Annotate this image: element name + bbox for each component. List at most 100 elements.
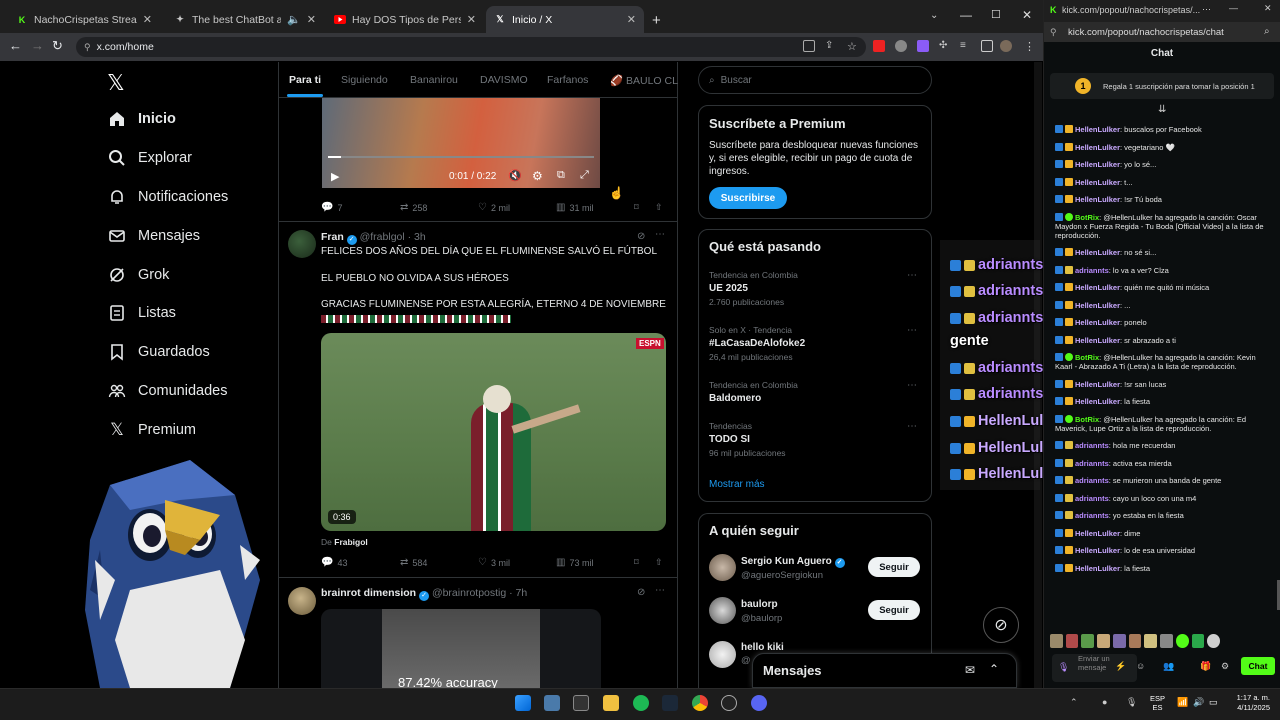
tab-youtube[interactable]: Hay DOS Tipos de Personas - ¿Cu ✕ <box>326 6 484 33</box>
tab-davismo[interactable]: DAVISMO <box>480 74 528 86</box>
chat-message[interactable]: adriannts: se murieron una banda de gent… <box>1055 476 1275 485</box>
chat-message[interactable]: HellenLulker: la fiesta <box>1055 563 1275 573</box>
send-chat-button[interactable]: Chat <box>1241 657 1275 675</box>
pip-icon[interactable]: ⧉ <box>557 169 565 182</box>
more-icon[interactable]: ⋯ <box>907 421 917 432</box>
chat-message[interactable]: adriannts: lo va a ver? Clza <box>1055 265 1275 275</box>
reply-count[interactable]: 💬 43 <box>321 557 347 568</box>
avatar[interactable] <box>288 587 316 615</box>
site-info-icon[interactable]: ⚲ <box>84 42 91 53</box>
grok-floating-button[interactable]: ⊘ <box>983 607 1019 643</box>
tab-following[interactable]: Siguiendo <box>341 74 388 86</box>
close-icon[interactable]: ✕ <box>467 13 476 26</box>
extension-red-icon[interactable] <box>873 40 885 52</box>
emote[interactable] <box>1097 634 1110 648</box>
author-handle[interactable]: @brainrotpostig <box>432 587 506 599</box>
grok-icon[interactable]: ⊘ <box>637 231 645 242</box>
grok-icon[interactable]: ⊘ <box>637 587 645 598</box>
chat-message[interactable]: HellenLulker: buscalos por Facebook <box>1055 125 1275 134</box>
nav-notifications[interactable]: Notificaciones <box>108 188 228 206</box>
chat-message[interactable]: HellenLulker: !sr Tú boda <box>1055 195 1275 204</box>
gallery-icon[interactable] <box>544 695 560 711</box>
chat-message[interactable]: BotRix: @HellenLulker ha agregado la can… <box>1055 353 1275 371</box>
nav-messages[interactable]: Mensajes <box>108 227 200 245</box>
install-icon[interactable] <box>803 40 815 52</box>
avatar[interactable] <box>709 597 736 624</box>
new-tab-button[interactable]: + <box>652 12 661 29</box>
reload-icon[interactable]: ↻ <box>52 38 63 54</box>
more-icon[interactable]: ⋯ <box>655 585 665 596</box>
view-count[interactable]: ▥ 31 mil <box>556 202 593 213</box>
command-icon[interactable]: ⚡ <box>1115 661 1126 672</box>
volume-icon[interactable]: 🔊 <box>1193 697 1204 708</box>
search-icon[interactable]: ⌕ <box>1264 26 1270 37</box>
extensions-icon[interactable]: ✣ <box>939 40 951 52</box>
tab-search-icon[interactable]: ⌄ <box>930 10 938 21</box>
chat-message[interactable]: adriannts: activa esa mierda <box>1055 458 1275 468</box>
source-link[interactable]: Frabigol <box>334 537 368 547</box>
clock[interactable]: 1:17 a. m. 4/11/2025 <box>1228 693 1270 713</box>
subscribe-button[interactable]: Suscribirse <box>709 187 787 209</box>
like-count[interactable]: ♡ 2 mil <box>478 202 510 213</box>
pinned-gift-banner[interactable]: 1 Regala 1 suscripción para tomar la pos… <box>1050 73 1274 99</box>
chat-username[interactable]: adriannts <box>1075 511 1109 520</box>
expand-icon[interactable]: ⌃ <box>989 662 999 676</box>
tab-for-you[interactable]: Para ti <box>289 74 321 86</box>
trend-item[interactable]: Tendencia en Colombia Baldomero <box>709 380 798 404</box>
tab-bananirou[interactable]: Bananirou <box>410 74 458 86</box>
menu-icon[interactable]: ⋮ <box>1024 40 1036 53</box>
messages-drawer[interactable]: Mensajes ✉ ⌃ <box>752 653 1017 688</box>
close-window-button[interactable]: ✕ <box>1264 3 1272 14</box>
chat-username[interactable]: HellenLulker <box>1075 248 1120 257</box>
repost-count[interactable]: ⇄ 584 <box>400 557 427 568</box>
more-icon[interactable]: ⋯ <box>907 380 917 391</box>
extension-purple-icon[interactable] <box>917 40 929 52</box>
trend-item[interactable]: Tendencias TODO SI 96 mil publicaciones <box>709 421 786 458</box>
post-age[interactable]: · 7h <box>509 587 527 599</box>
avatar[interactable] <box>288 230 316 258</box>
new-message-icon[interactable]: ✉ <box>965 663 975 677</box>
close-window-button[interactable]: ✕ <box>1022 8 1032 22</box>
chat-message[interactable]: HellenLulker: ... <box>1055 300 1275 310</box>
steam-icon[interactable] <box>662 695 678 711</box>
chat-message[interactable]: BotRix: @HellenLulker ha agregado la can… <box>1055 414 1275 433</box>
emote[interactable] <box>1207 634 1221 648</box>
tab-kick[interactable]: K NachoCrispetas Stream - Watch L ✕ <box>8 6 160 33</box>
emote[interactable] <box>1128 634 1142 648</box>
post-video[interactable] <box>321 333 666 531</box>
more-icon[interactable]: ⋯ <box>907 325 917 336</box>
nav-bookmarks[interactable]: Guardados <box>108 343 210 361</box>
microphone-icon[interactable]: 🎙 <box>1058 662 1069 673</box>
start-icon[interactable] <box>515 695 531 711</box>
spotify-icon[interactable] <box>633 695 649 711</box>
post-video[interactable]: 87.42% accuracy <box>321 609 601 688</box>
author-name[interactable]: Fran <box>321 231 344 243</box>
discord-icon[interactable] <box>751 695 767 711</box>
chat-message[interactable]: adriannts: yo estaba en la fiesta <box>1055 511 1275 520</box>
close-icon[interactable]: ✕ <box>307 13 316 26</box>
chat-username[interactable]: HellenLulker <box>1075 397 1120 406</box>
nav-explore[interactable]: Explorar <box>108 149 192 167</box>
media-icon[interactable]: ≡ <box>960 40 972 52</box>
chat-username[interactable]: adriannts <box>1075 441 1109 450</box>
view-count[interactable]: ▥ 73 mil <box>556 557 593 568</box>
users-icon[interactable]: 👥 <box>1163 661 1174 672</box>
chat-message[interactable]: HellenLulker: lo de esa universidad <box>1055 546 1275 555</box>
emote[interactable] <box>1191 634 1205 648</box>
chat-username[interactable]: HellenLulker <box>1075 380 1120 389</box>
microphone-icon[interactable]: 🎙 <box>1126 697 1137 708</box>
chat-username[interactable]: HellenLulker <box>1075 318 1120 327</box>
extension-shield-icon[interactable] <box>895 40 907 52</box>
chat-username[interactable]: adriannts <box>1075 476 1109 485</box>
chat-username[interactable]: HellenLulker <box>1075 178 1120 187</box>
chat-username[interactable]: HellenLulker <box>1075 546 1120 555</box>
chat-username[interactable]: HellenLulker <box>1075 283 1120 292</box>
chat-message[interactable]: HellenLulker: !sr san lucas <box>1055 379 1275 389</box>
chat-username[interactable]: HellenLulker <box>1075 195 1120 204</box>
nav-premium[interactable]: 𝕏 Premium <box>108 420 196 439</box>
wifi-icon[interactable]: 📶 <box>1177 697 1188 708</box>
popout-menu-icon[interactable]: ⋯ <box>1202 4 1211 15</box>
scroll-down-icon[interactable]: ⇊ <box>1158 104 1166 115</box>
nav-communities[interactable]: Comunidades <box>108 382 227 400</box>
search-input[interactable]: ⌕ Buscar <box>698 66 932 94</box>
